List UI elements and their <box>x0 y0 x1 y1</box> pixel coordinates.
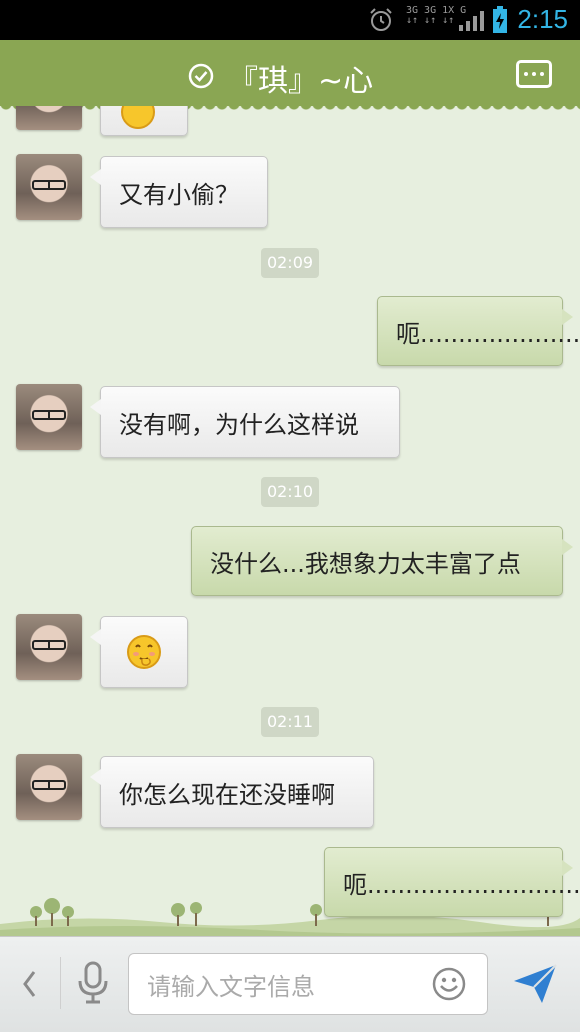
message-text: 没有啊，为什么这样说 <box>119 410 359 439</box>
message-text: 又有小偷？ <box>119 180 239 209</box>
online-check-icon <box>188 63 214 89</box>
message-bubble-outgoing[interactable]: 没什么...我想象力太丰富了点 <box>191 526 573 596</box>
blush-emoji-icon <box>121 106 155 129</box>
contact-avatar[interactable] <box>16 106 82 130</box>
message-bubble-incoming[interactable] <box>100 106 188 136</box>
contact-avatar[interactable] <box>16 754 82 820</box>
message-bubble-incoming[interactable]: 你怎么现在还没睡啊 <box>90 756 374 828</box>
input-bar: 请输入文字信息 <box>0 936 580 1032</box>
status-bar: 3G 3G 1X G ↓↑ ↓↑ ↓↑ 2:15 <box>0 0 580 40</box>
message-timestamp: 02:11 <box>261 707 319 737</box>
message-bubble-incoming[interactable]: 又有小偷？ <box>90 156 268 228</box>
message-bubble-incoming[interactable]: 没有啊，为什么这样说 <box>90 386 400 458</box>
message-bubble-incoming[interactable] <box>90 616 188 688</box>
message-text: 你怎么现在还没睡啊 <box>119 780 335 809</box>
contact-avatar[interactable] <box>16 614 82 680</box>
message-timestamp: 02:09 <box>261 248 319 278</box>
contact-avatar[interactable] <box>16 384 82 450</box>
message-bubble-outgoing[interactable]: 呃..................... <box>377 296 580 366</box>
alarm-icon <box>370 8 392 31</box>
back-arrow-icon[interactable] <box>20 969 38 999</box>
blush-emoji-icon <box>127 635 161 669</box>
microphone-icon[interactable] <box>76 961 110 1005</box>
battery-charging-icon <box>493 6 507 33</box>
message-timestamp: 02:10 <box>261 477 319 507</box>
message-list[interactable]: 又有小偷？ 02:09 呃..................... 没有啊，为… <box>0 106 580 936</box>
message-text: 呃..................... <box>396 319 580 348</box>
send-icon[interactable] <box>512 963 558 1005</box>
chat-header: 『琪』~心 <box>0 40 580 112</box>
message-bubble-outgoing[interactable]: 呃............................. <box>324 847 580 917</box>
smiley-icon[interactable] <box>432 967 466 1001</box>
clock: 2:15 <box>517 4 568 34</box>
divider <box>60 957 61 1009</box>
message-text: 呃............................. <box>343 870 580 899</box>
contact-name[interactable]: 『琪』~心 <box>228 56 373 100</box>
message-text: 没什么...我想象力太丰富了点 <box>210 549 521 578</box>
more-menu-icon[interactable] <box>516 60 552 88</box>
signal-icon <box>459 11 484 31</box>
contact-avatar[interactable] <box>16 154 82 220</box>
